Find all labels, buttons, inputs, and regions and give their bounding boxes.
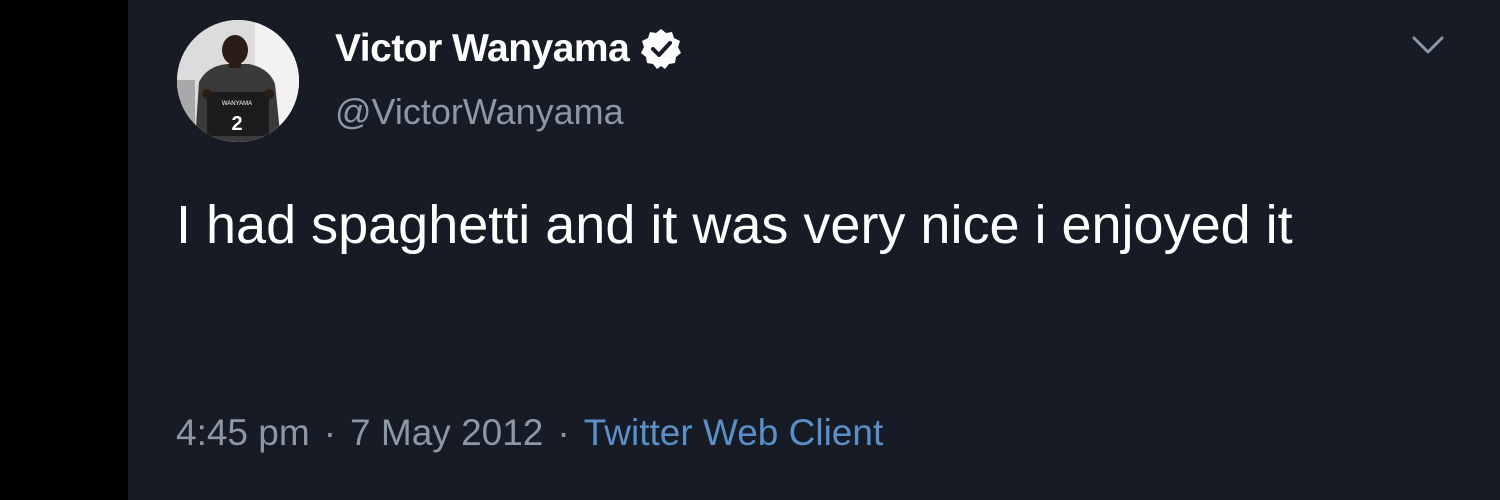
tweet-source-link[interactable]: Twitter Web Client [584,412,884,454]
chevron-down-icon[interactable] [1408,30,1448,60]
verified-badge-icon [641,29,682,69]
meta-separator: · [557,412,570,453]
svg-text:WANYAMA: WANYAMA [222,101,252,107]
meta-separator: · [323,412,337,453]
svg-text:2: 2 [231,113,242,135]
author-display-name[interactable]: Victor Wanyama [335,27,630,71]
tweet-card: WANYAMA 2 Victor Wanyama @VictorWanyama … [128,0,1500,500]
left-black-bar [0,0,128,500]
author-handle[interactable]: @VictorWanyama [335,91,624,133]
tweet-meta: 4:45 pm · 7 May 2012 · Twitter Web Clien… [176,412,883,454]
tweet-date[interactable]: 7 May 2012 [350,412,543,454]
tweet-time[interactable]: 4:45 pm [176,412,310,454]
tweet-text: I had spaghetti and it was very nice i e… [176,195,1293,255]
avatar-photo: WANYAMA 2 [177,20,299,142]
avatar[interactable]: WANYAMA 2 [177,20,299,142]
author-name-row[interactable]: Victor Wanyama [335,24,683,74]
